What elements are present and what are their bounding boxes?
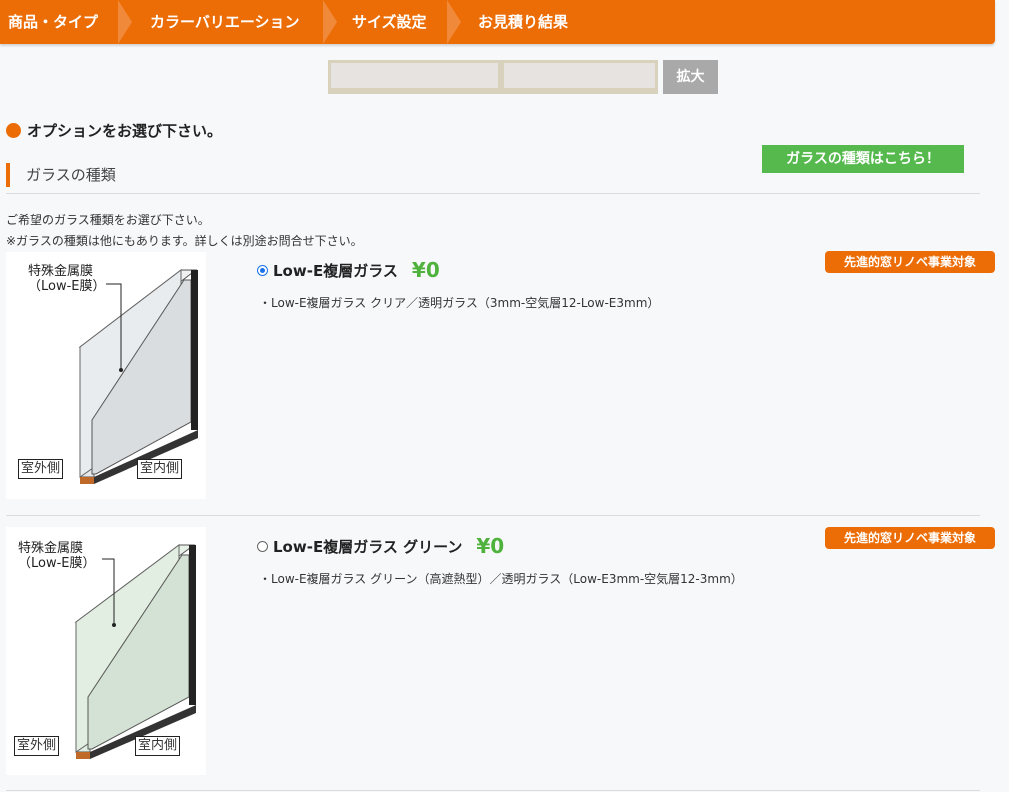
diagram-inside-label: 室内側 bbox=[137, 459, 183, 479]
instruction-text: ご希望のガラス種類をお選び下さい。 bbox=[6, 213, 210, 227]
glass-diagram-green: 特殊金属膜 （Low-E膜） 室外側 室内側 bbox=[6, 527, 206, 775]
glass-diagram-clear: 特殊金属膜 （Low-E膜） 室外側 室内側 bbox=[6, 252, 206, 499]
option-lowe-clear[interactable]: Low-E複層ガラス ¥0 bbox=[257, 258, 440, 282]
options-heading-text: オプションをお選び下さい。 bbox=[27, 122, 223, 140]
diagram-film-label-sub: （Low-E膜） bbox=[18, 556, 96, 571]
radio-button-checked[interactable] bbox=[257, 264, 268, 276]
option-price: ¥0 bbox=[476, 534, 505, 558]
step-size-setting[interactable]: サイズ設定 bbox=[352, 0, 427, 44]
option-description: ・Low-E複層ガラス グリーン（高遮熱型）／透明ガラス（Low-E3mm-空気… bbox=[259, 572, 743, 586]
chevron-right-icon bbox=[447, 0, 461, 44]
subsidy-badge: 先進的窓リノベ事業対象 bbox=[825, 527, 995, 549]
zoom-button[interactable]: 拡大 bbox=[663, 60, 718, 94]
option-lowe-green[interactable]: Low-E複層ガラス グリーン ¥0 bbox=[257, 534, 504, 558]
divider bbox=[6, 193, 980, 194]
option-description: ・Low-E複層ガラス クリア／透明ガラス（3mm-空気層12-Low-E3mm… bbox=[259, 296, 660, 310]
radio-button-unchecked[interactable] bbox=[257, 540, 268, 552]
diagram-outside-label: 室外側 bbox=[18, 459, 64, 479]
option-name: Low-E複層ガラス bbox=[273, 261, 398, 280]
divider bbox=[6, 790, 980, 791]
diagram-inside-label: 室内側 bbox=[135, 736, 181, 756]
step-estimate-result[interactable]: お見積り結果 bbox=[478, 0, 568, 44]
chevron-right-icon bbox=[323, 0, 337, 44]
option-name: Low-E複層ガラス グリーン bbox=[273, 537, 463, 556]
option-price: ¥0 bbox=[411, 258, 440, 282]
options-heading: オプションをお選び下さい。 bbox=[6, 120, 222, 141]
diagram-film-label: 特殊金属膜 bbox=[18, 541, 84, 556]
bullet-dot-icon bbox=[6, 123, 21, 138]
diagram-outside-label: 室外側 bbox=[14, 736, 60, 756]
diagram-film-label-sub: （Low-E膜） bbox=[28, 279, 106, 294]
step-color-variation[interactable]: カラーバリエーション bbox=[150, 0, 300, 44]
divider bbox=[6, 515, 980, 516]
section-title-glass-type: ガラスの種類 bbox=[6, 163, 116, 187]
diagram-film-label: 特殊金属膜 bbox=[28, 264, 94, 279]
window-preview-image bbox=[328, 60, 658, 94]
instruction-note: ※ガラスの種類は他にもあります。詳しくは別途お問合せ下さい。 bbox=[6, 234, 363, 248]
glass-types-link-button[interactable]: ガラスの種類はこちら！ bbox=[762, 145, 964, 173]
subsidy-badge: 先進的窓リノベ事業対象 bbox=[825, 251, 995, 273]
step-progress-bar: 商品・タイプ カラーバリエーション サイズ設定 お見積り結果 bbox=[0, 0, 995, 44]
chevron-right-icon bbox=[118, 0, 132, 44]
step-product-type[interactable]: 商品・タイプ bbox=[8, 0, 98, 44]
